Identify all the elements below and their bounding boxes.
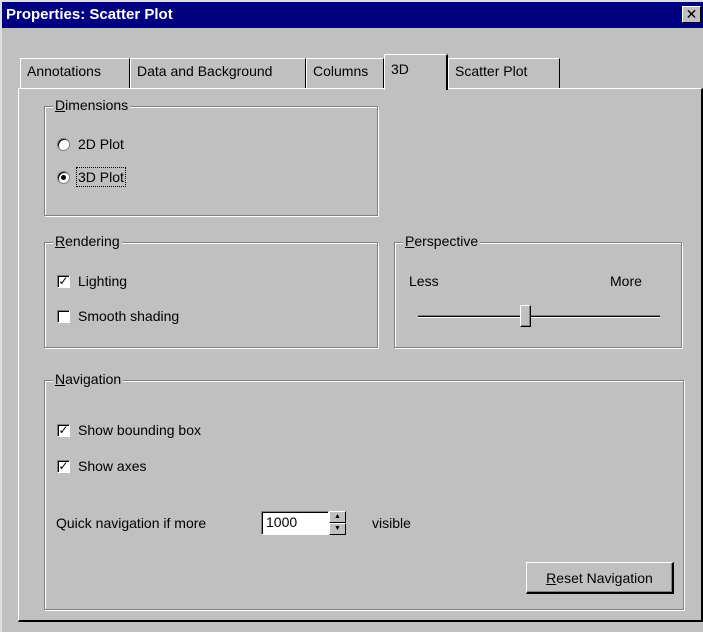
tab-label: Scatter Plot — [455, 63, 528, 79]
perspective-less-label: Less — [409, 273, 439, 289]
radio-3d-plot[interactable]: 3D Plot — [57, 167, 126, 187]
title-bar: Properties: Scatter Plot ✕ — [2, 2, 703, 28]
dimensions-group: Dimensions — [44, 97, 378, 216]
reset-navigation-button[interactable]: Reset Navigation — [526, 562, 674, 594]
rendering-group: Rendering — [44, 233, 378, 348]
navigation-legend: Navigation — [53, 371, 124, 387]
tab-label: Columns — [313, 63, 369, 79]
radio-button[interactable] — [57, 137, 70, 151]
perspective-group: Perspective — [394, 233, 682, 348]
show-axes-checkbox[interactable]: ✓ — [57, 458, 70, 473]
visible-label: visible — [372, 515, 411, 531]
tab-annotations[interactable]: Annotations — [20, 58, 130, 88]
properties-dialog: Properties: Scatter Plot ✕ Annotations D… — [0, 0, 703, 632]
lighting-checkbox-row[interactable]: ✓ Lighting — [57, 273, 127, 289]
smooth-shading-checkbox-row[interactable]: Smooth shading — [57, 308, 179, 324]
tab-data-and-background[interactable]: Data and Background — [130, 58, 306, 88]
spin-up-icon[interactable]: ▲ — [329, 511, 346, 523]
smooth-shading-label: Smooth shading — [78, 308, 180, 324]
show-bounding-box-label: Show bounding box — [78, 422, 201, 438]
radio-selected-dot — [61, 174, 66, 180]
window-title: Properties: Scatter Plot — [6, 6, 173, 23]
check-icon: ✓ — [58, 273, 69, 288]
perspective-more-label: More — [610, 273, 642, 289]
close-icon: ✕ — [685, 6, 698, 22]
tab-scatter-plot[interactable]: Scatter Plot — [448, 58, 560, 88]
tab-label: Annotations — [27, 63, 101, 79]
quick-navigation-input[interactable]: 1000 — [261, 511, 329, 535]
tab-3d[interactable]: 3D — [384, 54, 448, 90]
lighting-checkbox[interactable]: ✓ — [57, 273, 70, 288]
radio-label: 2D Plot — [78, 136, 124, 152]
show-axes-label: Show axes — [78, 458, 147, 474]
perspective-legend: Perspective — [403, 233, 481, 249]
perspective-slider-track[interactable] — [418, 315, 660, 318]
tab-label: Data and Background — [137, 63, 273, 79]
lighting-label: Lighting — [78, 273, 128, 289]
smooth-shading-checkbox[interactable] — [57, 309, 70, 323]
quick-navigation-spinner[interactable]: ▲ ▼ — [329, 511, 346, 535]
dimensions-legend: Dimensions — [53, 97, 131, 113]
reset-navigation-label: Reset Navigation — [546, 569, 653, 586]
show-bounding-box-row[interactable]: ✓ Show bounding box — [57, 422, 201, 438]
rendering-legend: Rendering — [53, 233, 122, 249]
quick-navigation-label: Quick navigation if more — [56, 515, 207, 531]
spin-down-icon[interactable]: ▼ — [329, 523, 346, 535]
close-button[interactable]: ✕ — [682, 6, 701, 23]
check-icon: ✓ — [58, 458, 69, 473]
radio-2d-plot[interactable]: 2D Plot — [57, 136, 124, 152]
show-axes-row[interactable]: ✓ Show axes — [57, 458, 146, 474]
tab-columns[interactable]: Columns — [306, 58, 384, 88]
show-bounding-box-checkbox[interactable]: ✓ — [57, 422, 70, 437]
perspective-slider-thumb[interactable] — [519, 305, 531, 327]
tab-label: 3D — [391, 61, 409, 77]
check-icon: ✓ — [58, 422, 69, 437]
radio-button[interactable] — [57, 170, 70, 184]
radio-label: 3D Plot — [76, 167, 126, 187]
